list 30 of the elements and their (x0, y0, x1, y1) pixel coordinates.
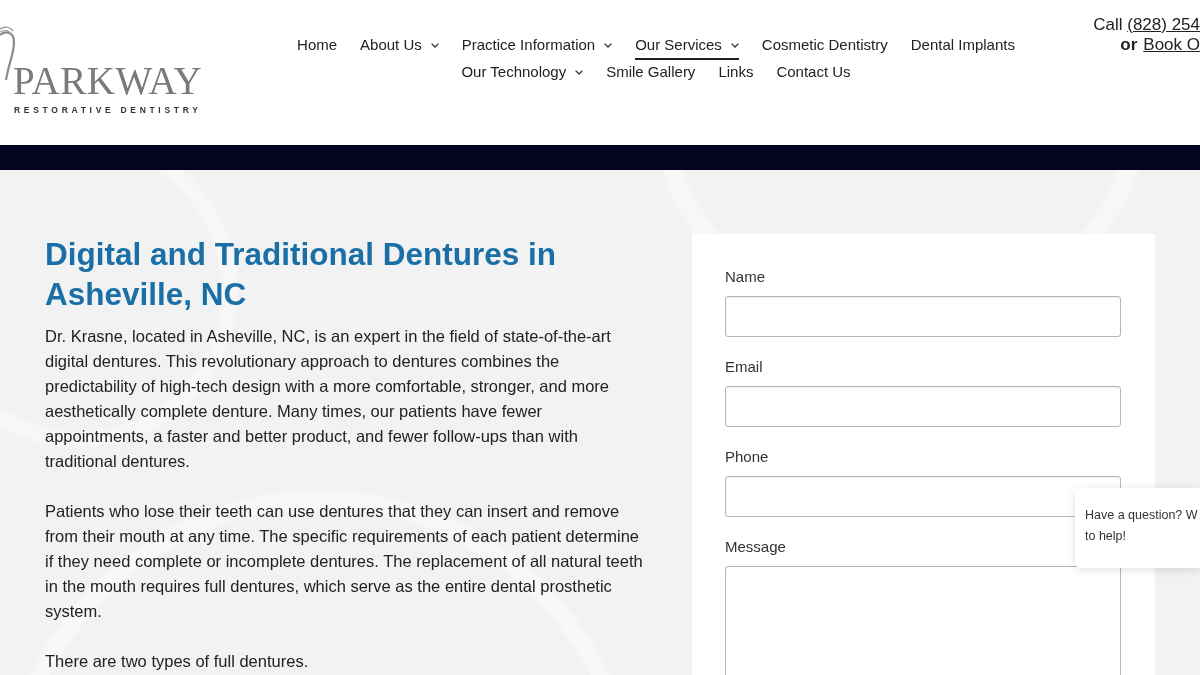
body-paragraph: There are two types of full dentures. (45, 651, 310, 672)
field-label: Phone (725, 448, 770, 466)
nav-link[interactable]: Practice Information (461, 35, 613, 60)
message-field[interactable] (725, 566, 1121, 675)
booking-link[interactable]: Book O (1143, 35, 1200, 54)
nav-link[interactable]: Cosmetic Dentistry (761, 35, 888, 60)
tooth-logo-icon (0, 26, 16, 82)
nav-link[interactable]: Our Technology (461, 62, 584, 87)
chat-message-text: Have a question? W (1085, 507, 1199, 524)
nav-link[interactable]: Contact Us (776, 62, 851, 87)
nav-link[interactable]: Our Services (635, 35, 739, 60)
input-field[interactable] (725, 386, 1121, 427)
nav-link[interactable]: About Us (360, 35, 439, 60)
or-label: or (1120, 35, 1138, 54)
chat-message-text: to help! (1085, 528, 1127, 545)
input-field[interactable] (725, 296, 1121, 337)
nav-link[interactable]: Smile Gallery (606, 62, 696, 87)
nav-link[interactable]: Home (297, 35, 338, 60)
field-label: Message (725, 538, 787, 556)
phone-link[interactable]: (828) 254 (1127, 15, 1200, 34)
page-heading: Digital and Traditional Dentures in Asheville, NC (45, 235, 558, 314)
call-label: Call (1093, 15, 1123, 34)
logo-wordmark: PARKWAY (13, 60, 203, 102)
logo-tagline: RESTORATIVE DENTISTRY (14, 104, 203, 117)
nav-link[interactable]: Links (718, 62, 754, 87)
body-paragraph: Patients who lose their teeth can use dentures that they can insert and remove from their mouth at any time. The specific requirements of each patient determine if they need complete or incomplete dentures. The replacement of all natural teeth in the mouth requires full dentures, which serve as the entire dental prosthetic system. (45, 501, 644, 622)
body-paragraph: Dr. Krasne, located in Asheville, NC, is an expert in the field of state-of-the-art digital dentures. This revolutionary approach to dentures combines the predictability of high-tech design with a more comfortable, stronger, and more aesthetically complete denture. Many times, our patients have fewer appointments, a faster and better product, and fewer follow-ups than with traditional dentures. (45, 326, 612, 472)
field-label: Name (725, 268, 766, 286)
field-label: Email (725, 358, 764, 376)
nav-link[interactable]: Dental Implants (910, 35, 1015, 60)
